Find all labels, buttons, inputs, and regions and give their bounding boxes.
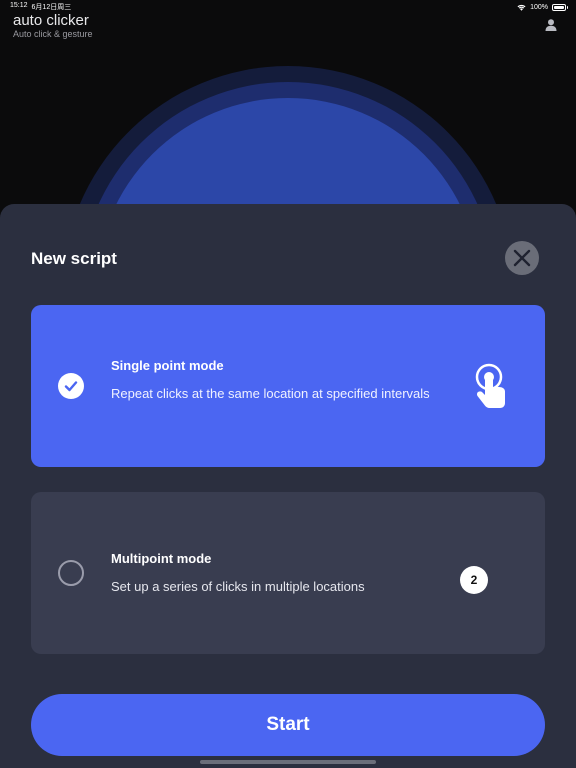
new-script-sheet: New script Single point mode Repeat clic…	[0, 204, 576, 768]
home-indicator	[200, 760, 376, 764]
status-date: 6月12日周三	[31, 4, 72, 11]
checkmark-icon	[64, 381, 78, 392]
wifi-icon	[517, 4, 526, 11]
profile-icon[interactable]	[544, 18, 558, 32]
multipoint-description: Set up a series of clicks in multiple lo…	[111, 579, 365, 594]
sheet-title: New script	[31, 249, 117, 268]
status-time: 15:12	[10, 2, 28, 9]
app-title: auto clicker	[13, 12, 89, 29]
start-button[interactable]: Start	[31, 694, 545, 756]
battery-percent: 100%	[530, 3, 548, 11]
close-icon	[513, 249, 531, 267]
multipoint-mode-card[interactable]: Multipoint mode Set up a series of click…	[31, 492, 545, 654]
single-point-radio[interactable]	[58, 373, 84, 399]
multipoint-radio[interactable]	[58, 560, 84, 586]
tap-gesture-icon	[475, 363, 505, 408]
app-subtitle: Auto click & gesture	[13, 29, 93, 39]
battery-fill	[554, 5, 564, 9]
single-point-description: Repeat clicks at the same location at sp…	[111, 386, 430, 401]
multipoint-badge: 2	[460, 566, 488, 594]
battery-icon	[552, 3, 568, 11]
close-button[interactable]	[505, 241, 539, 275]
single-point-mode-card[interactable]: Single point mode Repeat clicks at the s…	[31, 305, 545, 467]
app-header: auto clicker Auto click & gesture	[13, 12, 93, 39]
status-left: 15:12 6月12日周三	[10, 2, 71, 12]
multipoint-title: Multipoint mode	[111, 551, 212, 566]
status-right: 100%	[517, 3, 568, 11]
single-point-title: Single point mode	[111, 358, 224, 373]
